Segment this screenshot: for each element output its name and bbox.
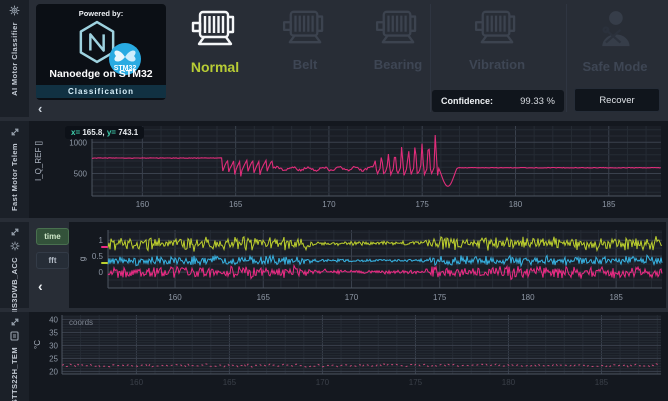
sidebar-label: STTS22H_TEM — [10, 347, 19, 401]
svg-text:25: 25 — [49, 354, 58, 363]
tooltip-x-label: x= — [71, 128, 80, 137]
status-safe-mode[interactable]: Safe Mode — [575, 8, 655, 74]
telemetry-chart-panel: 160 165 170 175 180 185 500 1000 I_Q_REF [] x= 1… — [29, 121, 668, 218]
svg-text:165: 165 — [257, 293, 271, 302]
svg-text:165: 165 — [223, 378, 237, 387]
status-label: Bearing — [374, 57, 422, 72]
powered-by-label: Powered by: — [36, 9, 166, 18]
gear-icon[interactable] — [9, 241, 20, 251]
motor-dashboard: AI Motor Classifier Fast Motor Telem IIS… — [0, 0, 668, 401]
svg-text:1: 1 — [99, 236, 104, 245]
motor-icon — [375, 8, 421, 51]
svg-text:g: g — [78, 257, 87, 261]
temperature-chart[interactable]: 160 165 170 175 180 185 20 25 30 35 40 °C — [29, 312, 668, 401]
motor-icon — [191, 8, 239, 53]
expand-icon[interactable] — [9, 317, 20, 327]
confidence-badge: Confidence: 99.33 % — [432, 90, 564, 112]
coords-label: coords — [69, 318, 93, 327]
header-divider — [566, 4, 567, 112]
accelerometer-chart-panel: 160 165 170 175 180 185 0 0.5 1 g time fft ‹ — [29, 222, 668, 308]
legend-dash-pink — [101, 246, 108, 248]
temperature-chart-panel: 160 165 170 175 180 185 20 25 30 35 40 °C coords — [29, 312, 668, 401]
tooltip-y-value: 743.1 — [118, 128, 138, 137]
gear-icon[interactable] — [9, 5, 20, 16]
svg-text:40: 40 — [49, 315, 58, 324]
expand-icon[interactable] — [9, 126, 20, 137]
status-belt[interactable]: Belt — [270, 8, 340, 72]
motor-icon — [474, 8, 520, 51]
svg-text:185: 185 — [595, 378, 609, 387]
brand-title: Nanoedge on STM32 — [36, 68, 166, 80]
status-label: Belt — [293, 57, 318, 72]
acceleration-chart[interactable]: 160 165 170 175 180 185 0 0.5 1 g — [29, 222, 668, 313]
status-normal[interactable]: Normal — [180, 8, 250, 75]
svg-text:170: 170 — [322, 200, 336, 209]
svg-text:175: 175 — [433, 293, 447, 302]
status-vibration[interactable]: Vibration — [455, 8, 539, 72]
time-button[interactable]: time — [36, 228, 69, 245]
sidebar-label: AI Motor Classifier — [10, 22, 19, 96]
sidebar-label: Fast Motor Telem — [10, 143, 19, 211]
status-bearing[interactable]: Bearing — [363, 8, 433, 72]
svg-text:35: 35 — [49, 328, 58, 337]
svg-text:175: 175 — [416, 200, 430, 209]
sidebar-label: IIS3DWB_ACC — [10, 257, 19, 313]
collapse-chevron[interactable]: ‹ — [38, 102, 42, 115]
svg-text:170: 170 — [345, 293, 359, 302]
status-label: Normal — [191, 59, 239, 75]
svg-text:500: 500 — [74, 170, 88, 179]
tooltip-x-value: 165.8, — [82, 128, 104, 137]
svg-text:180: 180 — [521, 293, 535, 302]
svg-text:175: 175 — [409, 378, 423, 387]
svg-text:185: 185 — [602, 200, 616, 209]
svg-text:170: 170 — [316, 378, 330, 387]
legend-dash-yellow — [101, 262, 108, 264]
sidebar-section-temperature[interactable]: STTS22H_TEM — [0, 312, 29, 401]
doc-icon[interactable] — [9, 331, 20, 341]
confidence-label: Confidence: — [441, 96, 493, 106]
confidence-value: 99.33 % — [520, 96, 555, 107]
svg-text:20: 20 — [49, 367, 58, 376]
svg-text:0: 0 — [99, 268, 104, 277]
svg-text:160: 160 — [168, 293, 182, 302]
svg-text:30: 30 — [49, 341, 58, 350]
fft-button[interactable]: fft — [36, 252, 69, 269]
motor-icon — [282, 8, 328, 51]
sidebar-section-accelerometer[interactable]: IIS3DWB_ACC — [0, 222, 29, 308]
status-label: Safe Mode — [582, 59, 647, 74]
brand-subtitle: Classification — [36, 85, 166, 98]
collapse-chevron[interactable]: ‹ — [38, 279, 43, 293]
svg-text:160: 160 — [130, 378, 144, 387]
tooltip-y-label: y= — [107, 128, 116, 137]
safe-mode-person-wrench-icon — [594, 8, 636, 53]
svg-text:180: 180 — [502, 378, 516, 387]
svg-text:°C: °C — [33, 340, 42, 349]
svg-text:180: 180 — [509, 200, 523, 209]
sidebar-section-classifier[interactable]: AI Motor Classifier — [0, 0, 29, 117]
expand-icon[interactable] — [9, 227, 20, 237]
svg-text:I_Q_REF []: I_Q_REF [] — [34, 141, 43, 181]
svg-text:1000: 1000 — [69, 138, 87, 147]
nanoedge-card: Powered by: STM32 Nanoedge on STM32 Clas… — [36, 4, 166, 100]
svg-text:0.5: 0.5 — [92, 252, 104, 261]
svg-text:185: 185 — [609, 293, 623, 302]
recover-button[interactable]: Recover — [574, 88, 660, 112]
svg-text:165: 165 — [229, 200, 243, 209]
status-label: Vibration — [469, 57, 525, 72]
chart-tooltip: x= 165.8, y= 743.1 — [65, 126, 144, 139]
svg-text:160: 160 — [136, 200, 150, 209]
sidebar-section-telemetry[interactable]: Fast Motor Telem — [0, 121, 29, 218]
